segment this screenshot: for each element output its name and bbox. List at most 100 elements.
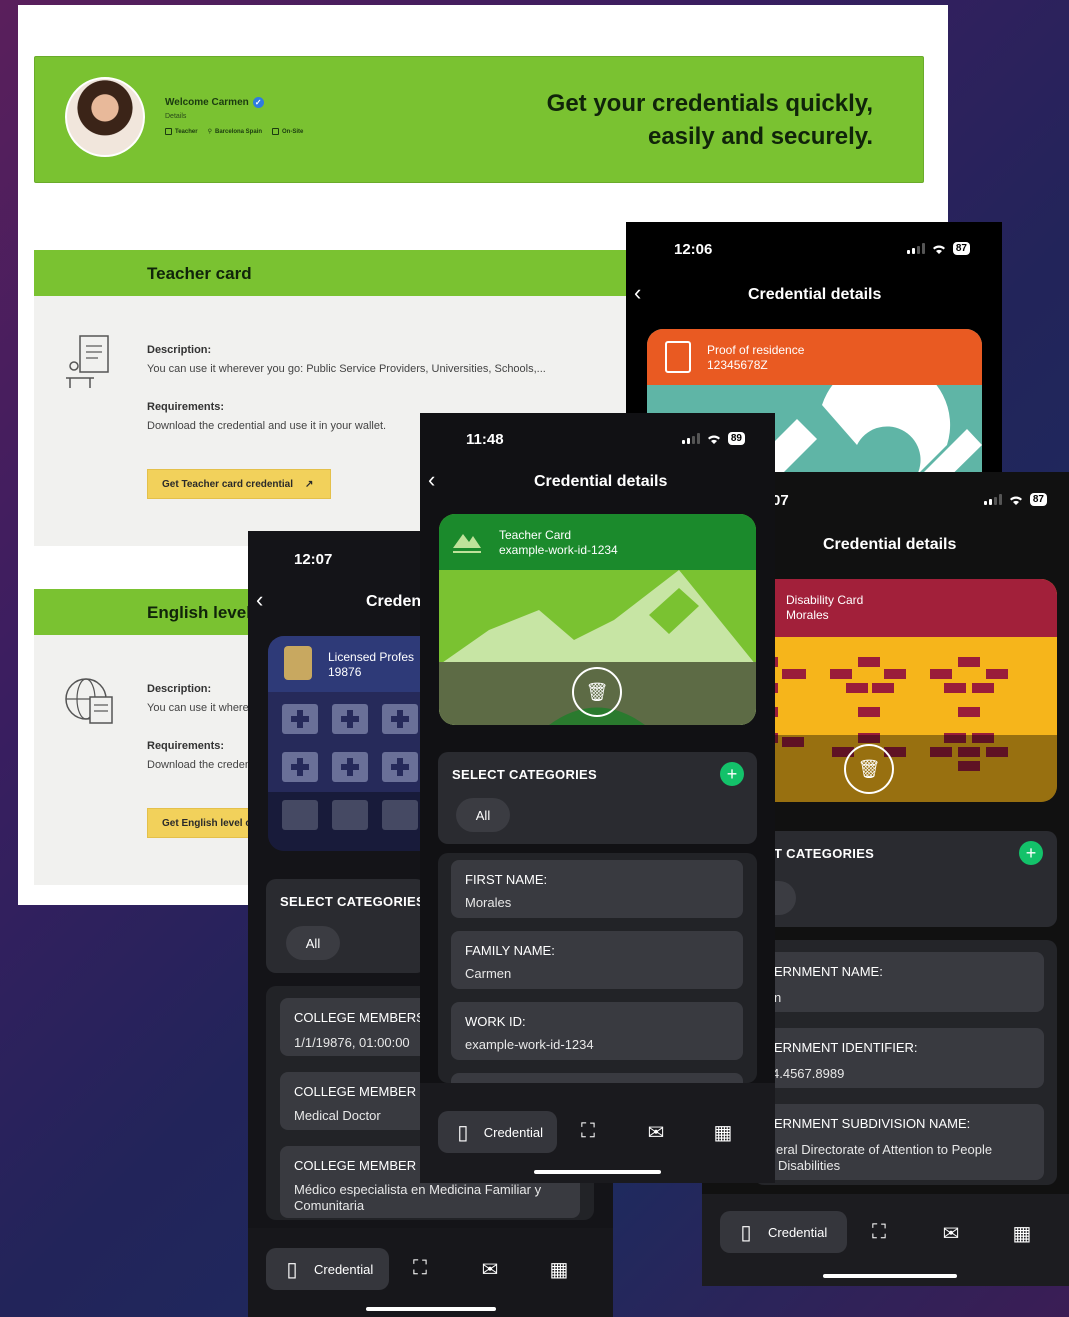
card-line-1: Disability Card: [786, 593, 864, 607]
field-partial: [451, 1073, 743, 1083]
battery-indicator: 87: [952, 242, 970, 255]
pill-label: All: [305, 935, 321, 951]
teacher-credential-card[interactable]: Teacher Card example-work-id-1234 🗑: [439, 514, 756, 725]
tab-label: Credential: [768, 1224, 828, 1240]
status-icons: 87: [983, 493, 1047, 506]
location-pin-icon: ⚲: [207, 129, 212, 135]
add-category-button[interactable]: +: [720, 762, 744, 786]
teacher-card-title: Teacher card: [147, 264, 252, 283]
category-pill-all[interactable]: All: [286, 926, 340, 960]
field-label: FAMILY NAME:: [465, 943, 555, 958]
card-line-2: example-work-id-1234: [499, 543, 618, 557]
scan-icon[interactable]: ⛶: [867, 1221, 891, 1244]
signal-icon: [681, 433, 700, 444]
field-government-identifier: ERNMENT IDENTIFIER: 4.4567.8989: [754, 1028, 1044, 1088]
meta-location: Barcelona Spain: [214, 128, 262, 135]
field-value-line-2: Disabilities: [778, 1158, 841, 1173]
bookmark-icon: ▯: [457, 1121, 469, 1144]
slogan-line-1: Get your credentials quickly,: [546, 90, 873, 117]
meta-role: Teacher: [175, 128, 198, 135]
field-first-name: FIRST NAME: Morales: [451, 860, 743, 918]
globe-document-icon: [65, 678, 113, 724]
arrow-up-right-icon: ↗: [304, 478, 314, 490]
card-line-2: 12345678Z: [707, 358, 768, 372]
field-value: n: [774, 990, 782, 1005]
field-value: Carmen: [465, 966, 512, 981]
delete-credential-button[interactable]: 🗑: [572, 667, 622, 717]
details-label: Details: [165, 113, 187, 120]
field-value-line-2: Comunitaria: [294, 1198, 365, 1213]
categories-title: SELECT CATEGORIES: [452, 767, 597, 782]
bookmark-icon: ▯: [740, 1221, 752, 1244]
field-label: ERNMENT NAME:: [774, 964, 883, 979]
card-line-2: Morales: [786, 608, 829, 622]
get-teacher-credential-button[interactable]: Get Teacher card credential ↗: [147, 469, 331, 499]
grid-icon[interactable]: ▦: [1010, 1221, 1034, 1246]
button-label: Get Teacher card credential: [162, 478, 293, 490]
tab-credential[interactable]: ▯ Credential: [266, 1248, 389, 1290]
status-time: 12:07: [294, 551, 333, 568]
field-label: FIRST NAME:: [465, 872, 548, 887]
tab-credential[interactable]: ▯ Credential: [720, 1211, 847, 1253]
scan-icon[interactable]: ⛶: [576, 1120, 600, 1143]
add-category-button[interactable]: +: [1019, 841, 1043, 865]
description-label: Description:: [147, 344, 212, 356]
avatar: [65, 77, 145, 157]
categories-section: SELECT CATEGORIES + All: [438, 752, 757, 844]
mail-icon[interactable]: ✉: [644, 1120, 668, 1145]
building-icon: [272, 128, 279, 135]
scan-icon[interactable]: ⛶: [408, 1257, 432, 1280]
nav-title: Credential details: [823, 536, 957, 553]
status-time: 11:48: [466, 431, 504, 448]
tab-bar: ▯ Credential ⛶ ✉ ▦: [248, 1228, 613, 1317]
disability-credential-card[interactable]: Disability Card Morales 🗑: [754, 579, 1057, 802]
mail-icon[interactable]: ✉: [478, 1257, 502, 1282]
field-work-id: WORK ID: example-work-id-1234: [451, 1002, 743, 1060]
field-government-subdivision: ERNMENT SUBDIVISION NAME: eral Directora…: [754, 1104, 1044, 1180]
description-text: You can use it wherever you go: Public S…: [147, 363, 546, 375]
back-chevron-icon[interactable]: ‹: [428, 467, 435, 493]
signal-icon: [983, 494, 1002, 505]
back-chevron-icon[interactable]: ‹: [634, 280, 641, 306]
categories-title: T CATEGORIES: [774, 846, 875, 861]
welcome-text: Welcome Carmen: [165, 97, 249, 109]
nav-title: Credential details: [748, 286, 882, 303]
card-line-1: Proof of residence: [707, 343, 805, 357]
card-line-1: Teacher Card: [499, 528, 572, 542]
field-value: Médico especialista en Medicina Familiar…: [294, 1182, 542, 1197]
mountain-logo-icon: [453, 534, 481, 553]
fields-section: ERNMENT NAME: n ERNMENT IDENTIFIER: 4.45…: [754, 940, 1057, 1185]
card-line-2: 19876: [328, 665, 362, 679]
english-card-title: English level: [147, 603, 251, 622]
profile-meta: Teacher ⚲ Barcelona Spain On-Site: [165, 128, 303, 135]
requirements-label: Requirements:: [147, 740, 225, 752]
teacher-card-header: Teacher card: [34, 250, 654, 296]
field-label: WORK ID:: [465, 1014, 526, 1029]
battery-indicator: 87: [1029, 493, 1047, 506]
pill-label: All: [475, 807, 491, 823]
categories-section: T CATEGORIES +: [754, 831, 1057, 927]
field-value: eral Directorate of Attention to People: [776, 1142, 993, 1157]
card-line-1: Licensed Profes: [328, 650, 415, 664]
mail-icon[interactable]: ✉: [939, 1221, 963, 1246]
categories-section: SELECT CATEGORIES All: [266, 879, 426, 973]
tab-credential[interactable]: ▯ Credential: [438, 1111, 557, 1153]
field-value: Medical Doctor: [294, 1108, 381, 1123]
field-value: example-work-id-1234: [465, 1037, 594, 1052]
delete-credential-button[interactable]: 🗑: [844, 744, 894, 794]
fields-section: FIRST NAME: Morales FAMILY NAME: Carmen …: [438, 853, 757, 1083]
field-government-name: ERNMENT NAME: n: [754, 952, 1044, 1012]
field-label: COLLEGE MEMBER R: [294, 1084, 430, 1099]
field-value: Morales: [465, 895, 512, 910]
grid-icon[interactable]: ▦: [547, 1257, 571, 1282]
description-label: Description:: [147, 683, 212, 695]
briefcase-icon: [165, 128, 172, 135]
tab-label: Credential: [314, 1261, 374, 1277]
emblem-icon: [284, 646, 312, 680]
grid-icon[interactable]: ▦: [711, 1120, 735, 1145]
category-pill-all[interactable]: All: [456, 798, 510, 832]
coat-of-arms-icon: [665, 341, 691, 373]
teacher-desk-icon: [66, 335, 109, 388]
back-chevron-icon[interactable]: ‹: [256, 587, 263, 613]
signal-icon: [906, 243, 925, 254]
